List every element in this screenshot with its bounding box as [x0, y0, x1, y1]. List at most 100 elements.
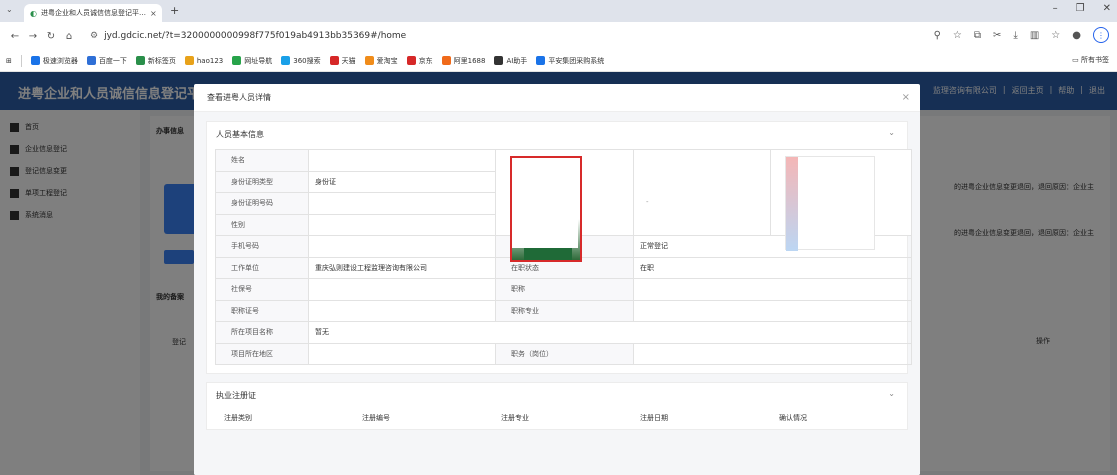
registration-header[interactable]: 执业注册证 ⌄ [207, 383, 907, 407]
tab-list-chevron-icon[interactable]: ⌄ [6, 5, 13, 14]
bookmark-favicon-icon [86, 56, 96, 65]
basic-info-header[interactable]: 人员基本信息 ⌄ [207, 122, 907, 146]
trash-icon[interactable]: ▥ [1030, 30, 1039, 41]
bookmark-item[interactable]: 新标签页 [135, 56, 176, 66]
bookmark-item[interactable]: 爱淘宝 [364, 56, 398, 66]
profile-avatar-icon[interactable]: ● [1072, 30, 1081, 41]
favorites-icon[interactable]: ☆ [1051, 30, 1060, 41]
modal-header: 查看进粤人员详情 [194, 84, 920, 112]
bookmark-item[interactable]: hao123 [184, 56, 223, 65]
bookmark-item[interactable]: 京东 [406, 56, 433, 66]
browser-tab[interactable]: ◐ 进粤企业和人员诚信信息登记平… × [24, 4, 162, 22]
bookmark-star-icon[interactable]: ☆ [953, 30, 962, 41]
title-major-value [633, 299, 912, 322]
extensions-icon[interactable]: ⧉ [974, 30, 981, 41]
home-icon[interactable]: ⌂ [60, 31, 78, 42]
forward-arrow-icon[interactable]: → [24, 31, 42, 42]
bookmark-item[interactable]: 天猫 [329, 56, 356, 66]
bookmark-item[interactable]: 平安集团采购系统 [536, 56, 604, 66]
section-title: 执业注册证 [216, 390, 256, 400]
minimize-icon[interactable]: – [1053, 3, 1058, 14]
bookmark-item[interactable]: 极速浏览器 [30, 56, 78, 66]
id-card-back-cell [770, 149, 912, 251]
all-bookmarks-button[interactable]: ▭ 所有书签 [1072, 55, 1109, 65]
bookmark-item[interactable]: AI助手 [494, 56, 527, 66]
id-type-value: 身份证 [308, 170, 496, 193]
id-type-label: 身份证明类型 [215, 170, 309, 193]
close-window-icon[interactable]: ✕ [1103, 3, 1111, 14]
gender-value [308, 213, 496, 236]
section-title: 人员基本信息 [216, 129, 264, 139]
social-security-value [308, 278, 496, 301]
social-security-label: 社保号 [215, 278, 309, 301]
title-cert-value [308, 299, 496, 322]
modal-body: 人员基本信息 ⌄ 姓名 - 身份证明类型 身份证 身份证明号码 性别 手机号码 … [194, 112, 920, 475]
bookmark-item[interactable]: 百度一下 [86, 56, 127, 66]
bookmark-favicon-icon [184, 56, 194, 65]
registration-table-header: 注册类别 注册编号 注册专业 注册日期 确认情况 [207, 407, 907, 429]
id-card-front-cell: - [633, 149, 771, 236]
bookmark-favicon-icon [135, 56, 145, 65]
modal-close-icon[interactable]: × [902, 92, 910, 103]
bookmark-favicon-icon [281, 56, 291, 65]
restore-icon[interactable]: ❐ [1076, 3, 1085, 14]
project-region-label: 项目所在地区 [215, 342, 309, 365]
url-text: jyd.gdcic.net/?t=3200000000998f775f019ab… [104, 31, 407, 41]
employer-value: 重庆弘则建设工程监理咨询有限公司 [308, 256, 496, 279]
registration-section: 执业注册证 ⌄ 注册类别 注册编号 注册专业 注册日期 确认情况 [206, 382, 908, 430]
tab-close-icon[interactable]: × [150, 9, 157, 18]
bookmarks-bar: ⊞ 极速浏览器 百度一下 新标签页 hao123 网址导航 360搜索 天猫 爱… [0, 50, 1117, 72]
apps-grid-icon[interactable]: ⊞ [6, 57, 12, 65]
id-number-value [308, 192, 496, 215]
id-photo-cell [495, 149, 634, 262]
reload-icon[interactable]: ↻ [42, 31, 60, 42]
site-info-icon[interactable]: ⚙ [90, 31, 98, 41]
new-tab-button[interactable]: + [170, 4, 179, 17]
bookmark-favicon-icon [30, 56, 40, 65]
col-reg-number: 注册编号 [362, 414, 390, 422]
id-number-label: 身份证明号码 [215, 192, 309, 215]
phone-value [308, 235, 496, 258]
name-value [308, 149, 496, 172]
title-major-label: 职称专业 [495, 299, 634, 322]
gender-label: 性别 [215, 213, 309, 236]
basic-info-table: 姓名 - 身份证明类型 身份证 身份证明号码 性别 手机号码 正常登记 工作单位… [215, 149, 912, 365]
redaction-mask [512, 166, 578, 248]
url-field[interactable]: ⚙ jyd.gdcic.net/?t=3200000000998f775f019… [90, 31, 406, 41]
project-name-value: 暂无 [308, 321, 912, 344]
tab-title: 进粤企业和人员诚信信息登记平… [40, 9, 146, 17]
title-cert-label: 职称证号 [215, 299, 309, 322]
modal-title: 查看进粤人员详情 [207, 93, 271, 102]
bookmark-item[interactable]: 阿里1688 [441, 56, 485, 66]
project-name-label: 所在项目名称 [215, 321, 309, 344]
chevron-down-icon[interactable]: ⌄ [888, 389, 895, 398]
download-icon[interactable]: ⤓ [1013, 30, 1017, 41]
bookmark-favicon-icon [232, 56, 242, 65]
bookmark-favicon-icon [441, 56, 451, 65]
bookmark-item[interactable]: 360搜索 [281, 56, 321, 66]
name-label: 姓名 [215, 149, 309, 172]
title-value [633, 278, 912, 301]
bookmark-favicon-icon [329, 56, 339, 65]
id-card-image [785, 156, 875, 251]
bookmark-item[interactable]: 网址导航 [232, 56, 272, 66]
bookmark-separator [20, 54, 22, 67]
window-controls: – ❐ ✕ [1053, 3, 1111, 14]
back-arrow-icon[interactable]: ← [6, 31, 24, 42]
chevron-down-icon[interactable]: ⌄ [888, 128, 895, 137]
bookmark-favicon-icon [494, 56, 504, 65]
menu-icon[interactable]: ⋮ [1093, 27, 1109, 43]
id-photo [510, 156, 582, 262]
toolbar-actions: ⚲ ☆ ⧉ ✂ ⤓ ▥ ☆ ● ⋮ [934, 27, 1109, 43]
basic-info-section: 人员基本信息 ⌄ 姓名 - 身份证明类型 身份证 身份证明号码 性别 手机号码 … [206, 121, 912, 374]
tools-icon[interactable]: ✂ [993, 30, 1001, 41]
bookmark-favicon-icon [364, 56, 374, 65]
employer-label: 工作单位 [215, 256, 309, 279]
bookmark-favicon-icon [406, 56, 416, 65]
browser-tab-bar: ⌄ ◐ 进粤企业和人员诚信信息登记平… × + – ❐ ✕ [0, 0, 1117, 22]
col-confirm: 确认情况 [779, 414, 807, 422]
phone-label: 手机号码 [215, 235, 309, 258]
zoom-icon[interactable]: ⚲ [934, 30, 941, 41]
placeholder-dash: - [646, 198, 649, 206]
site-favicon-icon: ◐ [30, 8, 37, 18]
